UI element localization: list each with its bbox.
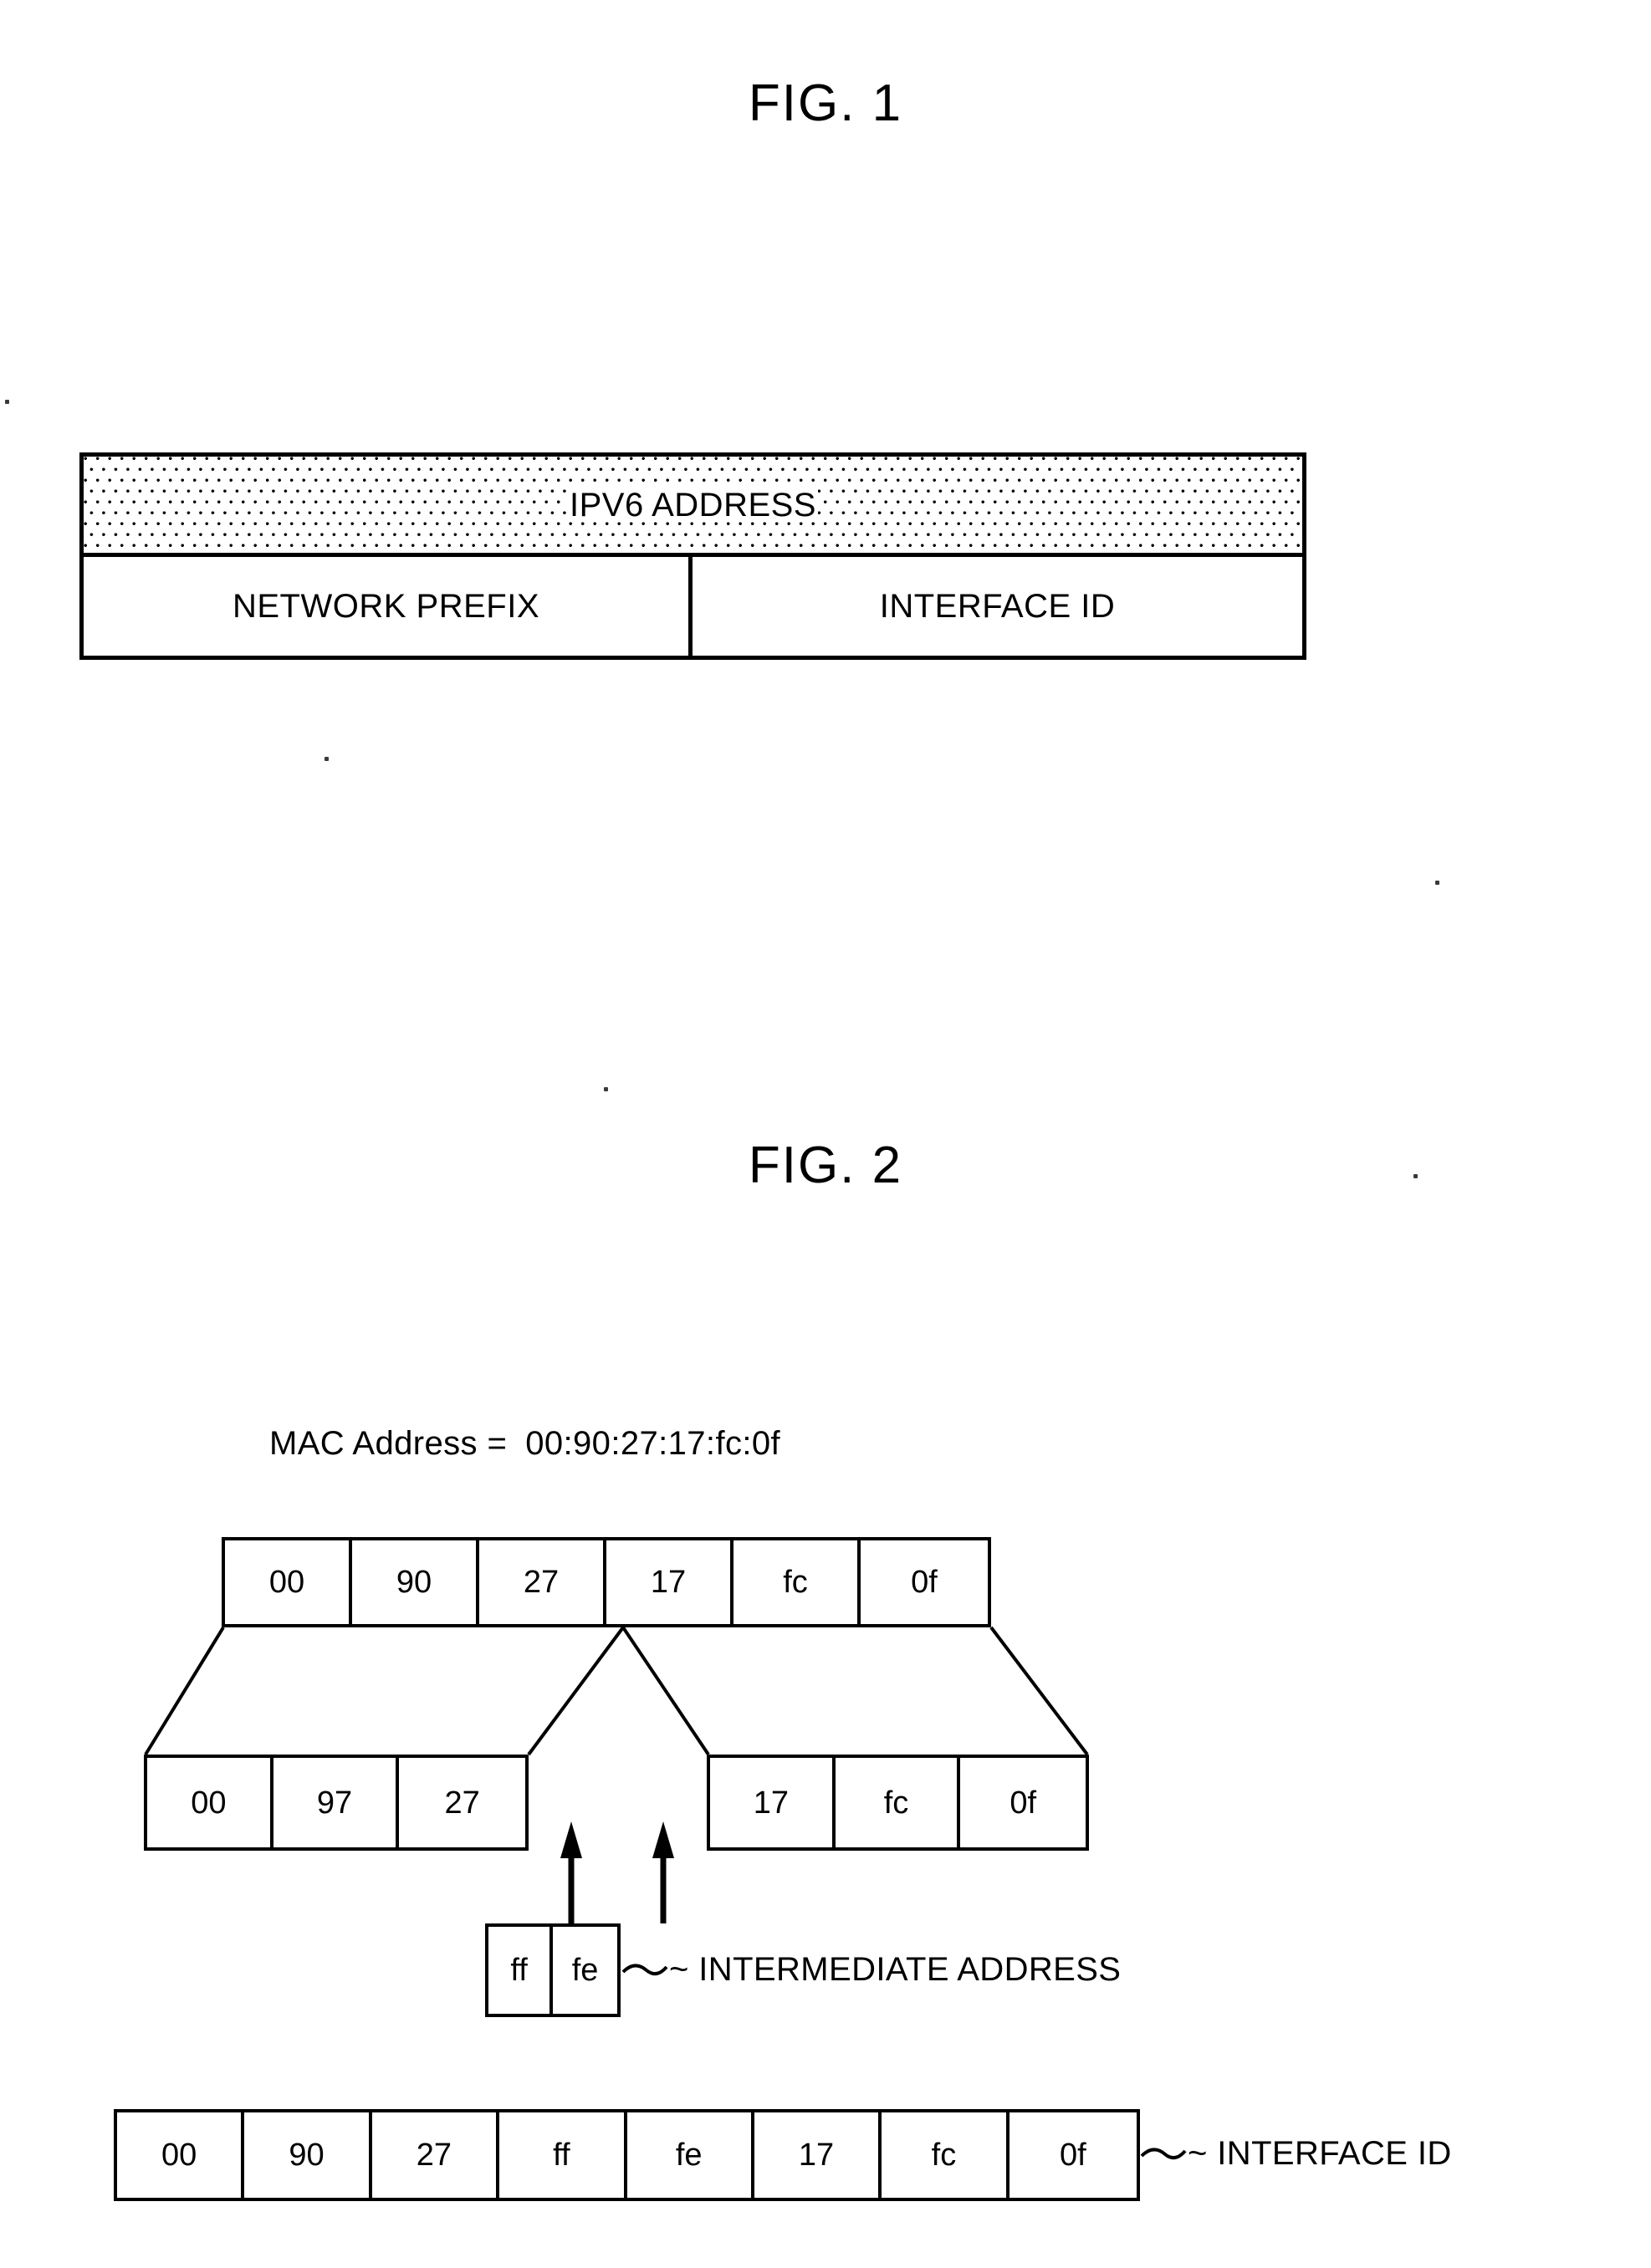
byte-cell: 17 bbox=[754, 2112, 882, 2198]
byte-cell: 0f bbox=[960, 1758, 1086, 1847]
mac-split-right-byte-row: 17 fc 0f bbox=[707, 1755, 1089, 1851]
ipv6-address-diagram: IPV6 ADDRESS NETWORK PREFIX INTERFACE ID bbox=[79, 452, 1306, 660]
byte-cell: 90 bbox=[244, 2112, 372, 2198]
byte-cell: fe bbox=[553, 1927, 617, 2014]
byte-cell: 27 bbox=[479, 1540, 606, 1624]
byte-cell: 27 bbox=[371, 2112, 500, 2198]
byte-cell: fc bbox=[733, 1540, 861, 1624]
intermediate-address-byte-row: ff fe bbox=[485, 1923, 621, 2017]
byte-cell: ff bbox=[499, 2112, 627, 2198]
intermediate-address-callout-label: ~ INTERMEDIATE ADDRESS bbox=[669, 1951, 1122, 1988]
scan-speck bbox=[604, 1087, 608, 1091]
byte-cell: ff bbox=[488, 1927, 554, 2014]
network-prefix-label: NETWORK PREFIX bbox=[232, 587, 540, 625]
byte-cell: 27 bbox=[399, 1758, 525, 1847]
patent-figure-page: FIG. 1 IPV6 ADDRESS NETWORK PREFIX INTER… bbox=[0, 0, 1651, 2268]
byte-cell: 00 bbox=[225, 1540, 352, 1624]
figure-1-title: FIG. 1 bbox=[748, 74, 903, 132]
byte-cell: 97 bbox=[273, 1758, 400, 1847]
byte-cell: 90 bbox=[352, 1540, 479, 1624]
figure-2-title: FIG. 2 bbox=[748, 1137, 903, 1194]
interface-id-cell: INTERFACE ID bbox=[693, 557, 1302, 656]
mac-address-value: 00:90:27:17:fc:0f bbox=[525, 1425, 781, 1462]
byte-cell: fc bbox=[882, 2112, 1010, 2198]
byte-cell: 17 bbox=[710, 1758, 836, 1847]
interface-id-label: INTERFACE ID bbox=[879, 587, 1116, 625]
byte-cell: 00 bbox=[147, 1758, 273, 1847]
mac-address-line: MAC Address = 00:90:27:17:fc:0f bbox=[269, 1425, 780, 1463]
scan-speck bbox=[5, 400, 9, 404]
figure-2-connector-lines bbox=[144, 1626, 1187, 2160]
mac-address-label: MAC Address = bbox=[269, 1425, 508, 1462]
ipv6-address-label: IPV6 ADDRESS bbox=[567, 486, 818, 524]
network-prefix-cell: NETWORK PREFIX bbox=[84, 557, 693, 656]
byte-cell: 0f bbox=[1009, 2112, 1137, 2198]
mac-address-byte-row: 00 90 27 17 fc 0f bbox=[222, 1537, 991, 1627]
interface-id-callout-label: ~ INTERFACE ID bbox=[1188, 2135, 1452, 2172]
byte-cell: fc bbox=[835, 1758, 961, 1847]
scan-speck bbox=[325, 757, 329, 761]
byte-cell: 00 bbox=[117, 2112, 245, 2198]
scan-speck bbox=[1435, 881, 1439, 885]
byte-cell: 0f bbox=[861, 1540, 988, 1624]
byte-cell: fe bbox=[626, 2112, 754, 2198]
interface-id-byte-row: 00 90 27 ff fe 17 fc 0f bbox=[114, 2109, 1140, 2201]
ipv6-address-parts-row: NETWORK PREFIX INTERFACE ID bbox=[84, 557, 1302, 656]
scan-speck bbox=[1413, 1174, 1418, 1178]
ipv6-address-band: IPV6 ADDRESS bbox=[84, 457, 1302, 557]
mac-split-left-byte-row: 00 97 27 bbox=[144, 1755, 529, 1851]
byte-cell: 17 bbox=[606, 1540, 733, 1624]
